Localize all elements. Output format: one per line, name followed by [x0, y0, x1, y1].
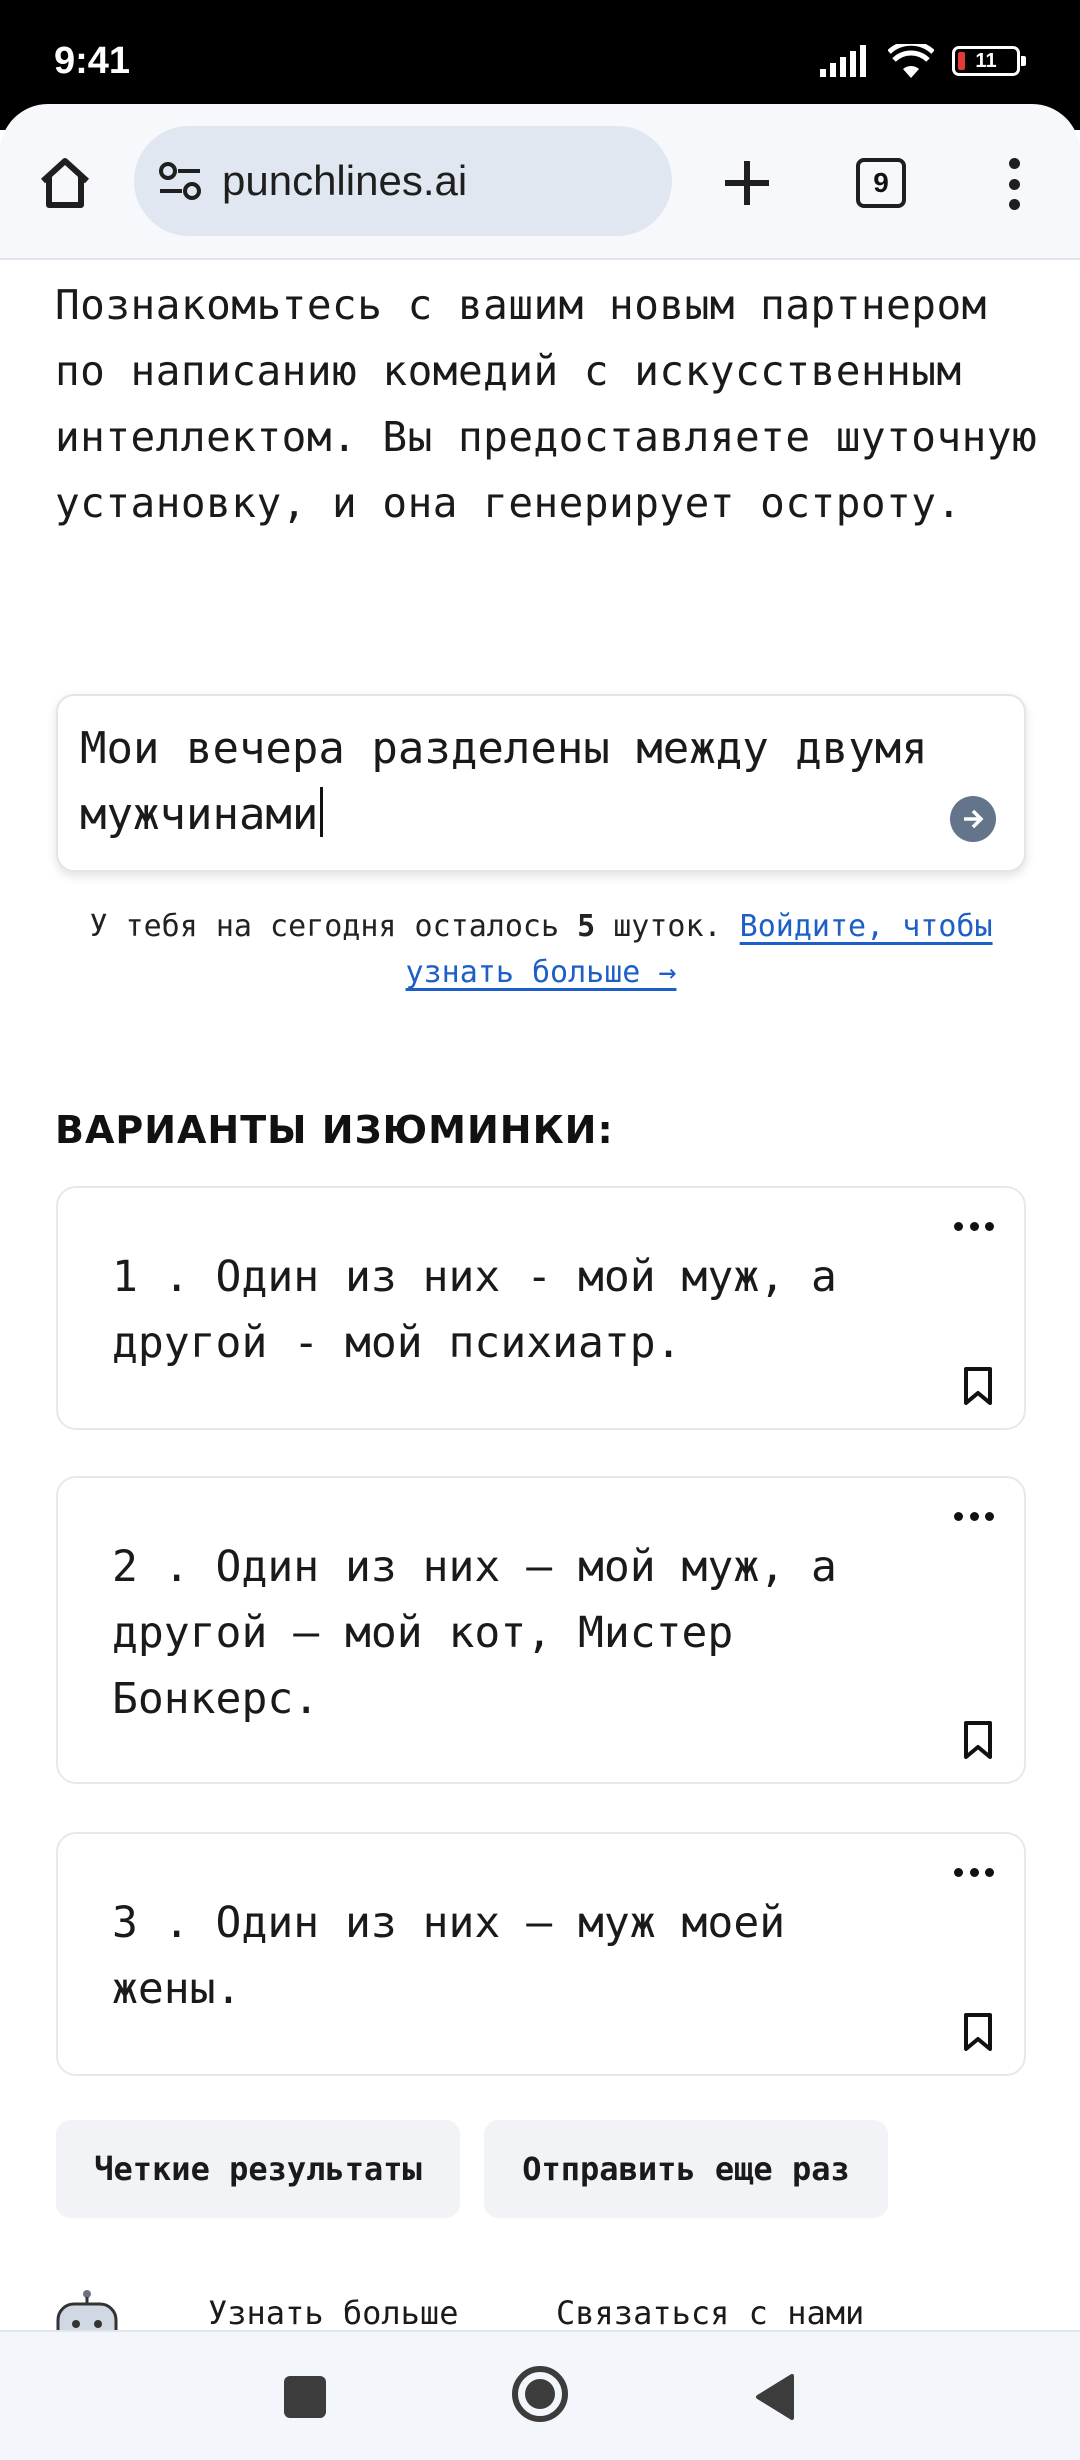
new-tab-icon: [725, 161, 769, 205]
quota-notice: У тебя на сегодня осталось 5 шуток. Войд…: [89, 909, 993, 990]
signal-icon: [820, 45, 866, 77]
recents-button[interactable]: [284, 2376, 326, 2418]
url-text[interactable]: punchlines.ai: [222, 157, 467, 205]
new-tab-button[interactable]: [712, 148, 782, 218]
footer-contact-link[interactable]: Связаться с нами: [556, 2294, 864, 2330]
result-text: 2 . Один из них — мой муж, а другой — мо…: [112, 1542, 837, 1724]
more-options-button[interactable]: [954, 1512, 994, 1524]
bookmark-icon: [964, 2013, 992, 2051]
quota-count: 5: [577, 909, 596, 944]
result-card: 1 . Один из них - мой муж, а другой - мо…: [56, 1186, 1026, 1430]
home-button[interactable]: [32, 150, 98, 216]
results-heading: ВАРИАНТЫ ИЗЮМИНКИ:: [55, 1108, 614, 1152]
more-menu-button[interactable]: [994, 152, 1034, 216]
more-menu-dot: [1008, 199, 1020, 210]
back-icon[interactable]: [752, 2372, 796, 2422]
setup-input[interactable]: Мои вечера разделены между двумя мужчина…: [56, 694, 1026, 872]
home-nav-button[interactable]: [512, 2366, 568, 2422]
bookmark-button[interactable]: [958, 1718, 998, 1762]
home-icon: [40, 158, 90, 208]
more-options-button[interactable]: [954, 1868, 994, 1880]
setup-input-value[interactable]: Мои вечера разделены между двумя мужчина…: [80, 716, 940, 848]
text-caret: [320, 787, 324, 837]
site-settings-icon[interactable]: [156, 157, 204, 205]
page-footer: Узнать больше Связаться с нами: [0, 2280, 1080, 2330]
status-time: 9:41: [54, 40, 131, 82]
system-nav-bar: [0, 2330, 1080, 2460]
bookmark-button[interactable]: [958, 2010, 998, 2054]
result-card: 2 . Один из них — мой муж, а другой — мо…: [56, 1476, 1026, 1784]
bookmark-icon: [964, 1367, 992, 1405]
result-card: 3 . Один из них – муж моей жены.: [56, 1832, 1026, 2076]
more-menu-dot: [1008, 158, 1020, 169]
tabs-button[interactable]: 9: [856, 158, 906, 208]
arrow-right-icon: [964, 809, 984, 829]
footer-learn-more-link[interactable]: Узнать больше: [208, 2294, 458, 2330]
address-bar[interactable]: punchlines.ai: [134, 126, 672, 236]
bookmark-button[interactable]: [958, 1364, 998, 1408]
clear-results-button[interactable]: Четкие результаты: [56, 2120, 460, 2218]
more-menu-dot: [1008, 178, 1020, 190]
status-icons: 11: [820, 44, 1026, 78]
battery-level: 11: [975, 49, 997, 72]
intro-text: Познакомьтесь с вашим новым партнером по…: [55, 281, 1038, 527]
browser-toolbar: punchlines.ai 9: [0, 104, 1080, 260]
battery-icon: 11: [952, 46, 1026, 76]
robot-logo-icon: [56, 2290, 118, 2330]
wifi-icon: [888, 44, 934, 78]
resubmit-button[interactable]: Отправить еще раз: [484, 2120, 888, 2218]
submit-button[interactable]: [950, 796, 996, 842]
result-text: 1 . Один из них - мой муж, а другой - мо…: [112, 1252, 837, 1368]
more-options-button[interactable]: [954, 1222, 994, 1234]
bookmark-icon: [964, 1721, 992, 1759]
result-text: 3 . Один из них – муж моей жены.: [112, 1898, 786, 2014]
